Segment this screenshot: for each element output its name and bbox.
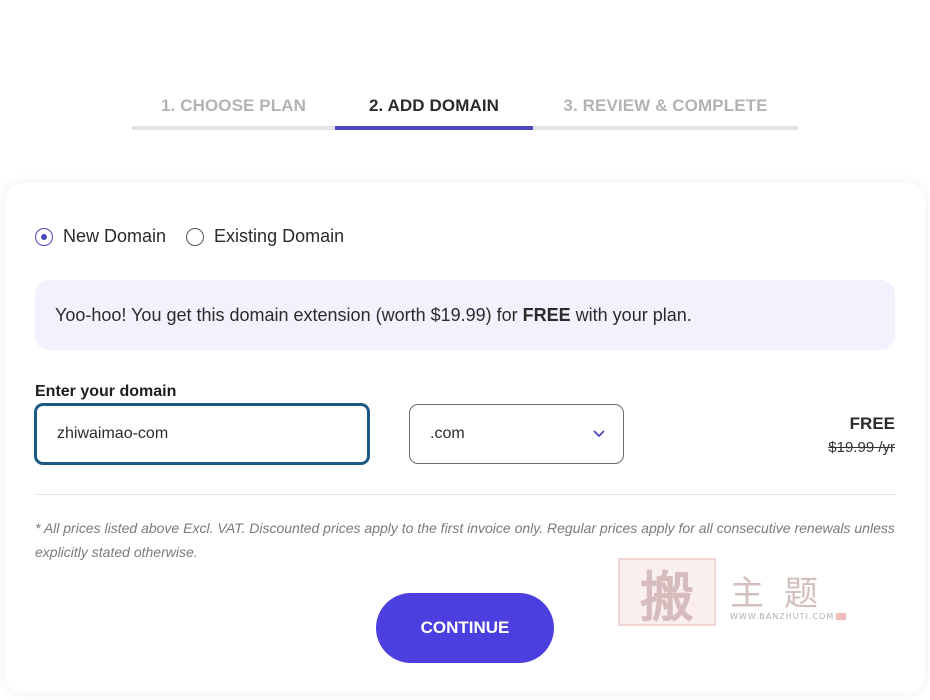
step-add-domain[interactable]: 2. ADD DOMAIN [335,88,533,130]
radio-checked-icon[interactable] [35,227,53,246]
domain-price: FREE $19.99 /yr [828,414,895,456]
step-label: 2. ADD DOMAIN [368,96,500,115]
existing-domain-label: Existing Domain [214,226,345,246]
price-free: FREE [849,414,895,433]
domain-type-radio-group: New Domain Existing Domain [35,226,344,247]
new-domain-radio[interactable]: New Domain [35,226,166,247]
promo-text-free: FREE [522,304,571,325]
step-review-complete[interactable]: 3. REVIEW & COMPLETE [533,88,798,130]
pricing-note: * All prices listed above Excl. VAT. Dis… [35,520,895,560]
divider [35,494,895,495]
step-label: 1. CHOOSE PLAN [161,96,306,115]
tld-selected-value: .com [430,425,465,442]
continue-button[interactable]: CONTINUE [376,593,554,663]
promo-text-start: Yoo-hoo! You get this domain extension (… [55,304,523,325]
domain-field-label: Enter your domain [35,383,177,400]
price-original: $19.99 /yr [828,439,895,456]
radio-unchecked-icon[interactable] [186,227,205,246]
step-choose-plan[interactable]: 1. CHOOSE PLAN [132,88,335,130]
promo-text-end: with your plan. [570,304,692,325]
checkout-stepper: 1. CHOOSE PLAN 2. ADD DOMAIN 3. REVIEW &… [132,88,798,130]
step-label: 3. REVIEW & COMPLETE [563,96,768,115]
tld-select[interactable]: .com [409,404,624,464]
existing-domain-radio[interactable]: Existing Domain [186,226,344,247]
domain-card: New Domain Existing Domain Yoo-hoo! You … [5,183,925,693]
domain-input[interactable] [34,403,370,465]
chevron-down-icon [593,428,605,440]
free-domain-banner: Yoo-hoo! You get this domain extension (… [35,280,895,350]
new-domain-label: New Domain [63,226,167,246]
